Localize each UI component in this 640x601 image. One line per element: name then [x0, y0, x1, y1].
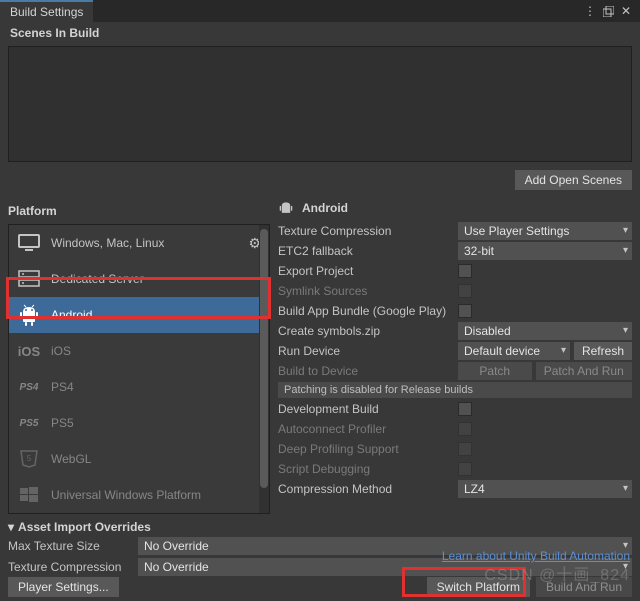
compression-method-label: Compression Method [278, 482, 458, 496]
run-device-dropdown[interactable]: Default device [458, 342, 570, 360]
window-tab[interactable]: Build Settings [0, 0, 93, 22]
development-build-checkbox[interactable] [458, 402, 472, 416]
platform-scrollbar[interactable] [259, 225, 269, 513]
patch-and-run-button: Patch And Run [536, 362, 633, 380]
export-project-checkbox[interactable] [458, 264, 472, 278]
refresh-button[interactable]: Refresh [574, 342, 632, 360]
max-texture-size-label: Max Texture Size [8, 539, 138, 553]
platform-item-ps4[interactable]: PS4 PS4 [9, 369, 269, 405]
compression-method-dropdown[interactable]: LZ4 [458, 480, 632, 498]
etc2-fallback-label: ETC2 fallback [278, 244, 458, 258]
create-symbols-dropdown[interactable]: Disabled [458, 322, 632, 340]
autoconnect-profiler-label: Autoconnect Profiler [278, 422, 458, 436]
platform-label: Android [51, 308, 92, 322]
platform-item-android[interactable]: Android [9, 297, 269, 333]
close-icon[interactable]: ✕ [618, 3, 634, 19]
chevron-down-icon: ▾ [8, 520, 14, 534]
platform-item-dedicated-server[interactable]: Dedicated Server [9, 261, 269, 297]
platform-label: PS4 [51, 380, 74, 394]
asset-import-overrides-foldout[interactable]: ▾ Asset Import Overrides [8, 520, 632, 534]
export-project-label: Export Project [278, 264, 458, 278]
build-app-bundle-label: Build App Bundle (Google Play) [278, 304, 458, 318]
symlink-sources-checkbox [458, 284, 472, 298]
texture-compression-label: Texture Compression [278, 224, 458, 238]
popout-icon[interactable] [600, 3, 616, 19]
deep-profiling-label: Deep Profiling Support [278, 442, 458, 456]
development-build-label: Development Build [278, 402, 458, 416]
build-app-bundle-checkbox[interactable] [458, 304, 472, 318]
titlebar: Build Settings ⋮ ✕ [0, 0, 640, 22]
svg-text:5: 5 [27, 454, 32, 463]
overrides-header: Asset Import Overrides [18, 520, 151, 534]
ps4-icon: PS4 [17, 375, 41, 399]
create-symbols-label: Create symbols.zip [278, 324, 458, 338]
script-debugging-label: Script Debugging [278, 462, 458, 476]
windows-icon [17, 483, 41, 507]
texture-compression-dropdown[interactable]: Use Player Settings [458, 222, 632, 240]
server-icon [17, 267, 41, 291]
webgl-icon: 5 [17, 447, 41, 471]
ps5-icon: PS5 [17, 411, 41, 435]
kebab-menu-icon[interactable]: ⋮ [582, 3, 598, 19]
script-debugging-checkbox [458, 462, 472, 476]
platform-item-ios[interactable]: iOS iOS [9, 333, 269, 369]
platform-item-ps5[interactable]: PS5 PS5 [9, 405, 269, 441]
platform-label: WebGL [51, 452, 91, 466]
symlink-sources-label: Symlink Sources [278, 284, 458, 298]
scenes-header: Scenes In Build [0, 22, 640, 44]
patch-button: Patch [458, 362, 532, 380]
deep-profiling-checkbox [458, 442, 472, 456]
platform-header: Platform [8, 200, 270, 222]
add-open-scenes-button[interactable]: Add Open Scenes [515, 170, 632, 190]
scenes-list[interactable] [8, 46, 632, 162]
platform-label: iOS [51, 344, 71, 358]
platform-list: Windows, Mac, Linux ⚙ Dedicated Server A… [8, 224, 270, 514]
run-device-label: Run Device [278, 344, 458, 358]
ios-icon: iOS [17, 339, 41, 363]
platform-label: Universal Windows Platform [51, 488, 201, 502]
platform-label: PS5 [51, 416, 74, 430]
build-and-run-button: Build And Run [536, 577, 632, 597]
switch-platform-button[interactable]: Switch Platform [427, 577, 530, 597]
platform-item-standalone[interactable]: Windows, Mac, Linux ⚙ [9, 225, 269, 261]
window-title: Build Settings [10, 5, 83, 19]
android-icon [278, 200, 294, 216]
platform-label: Windows, Mac, Linux [51, 236, 164, 250]
autoconnect-profiler-checkbox [458, 422, 472, 436]
right-panel-header: Android [278, 200, 632, 222]
build-to-device-label: Build to Device [278, 364, 458, 378]
build-automation-link[interactable]: Learn about Unity Build Automation [442, 549, 630, 563]
etc2-fallback-dropdown[interactable]: 32-bit [458, 242, 632, 260]
player-settings-button[interactable]: Player Settings... [8, 577, 119, 597]
android-icon [17, 303, 41, 327]
override-texture-compression-label: Texture Compression [8, 560, 138, 574]
platform-item-uwp[interactable]: Universal Windows Platform [9, 477, 269, 513]
platform-label: Dedicated Server [51, 272, 144, 286]
monitor-icon [17, 231, 41, 255]
platform-item-webgl[interactable]: 5 WebGL [9, 441, 269, 477]
right-panel-title: Android [302, 201, 348, 215]
patching-disabled-info: Patching is disabled for Release builds [278, 382, 632, 398]
